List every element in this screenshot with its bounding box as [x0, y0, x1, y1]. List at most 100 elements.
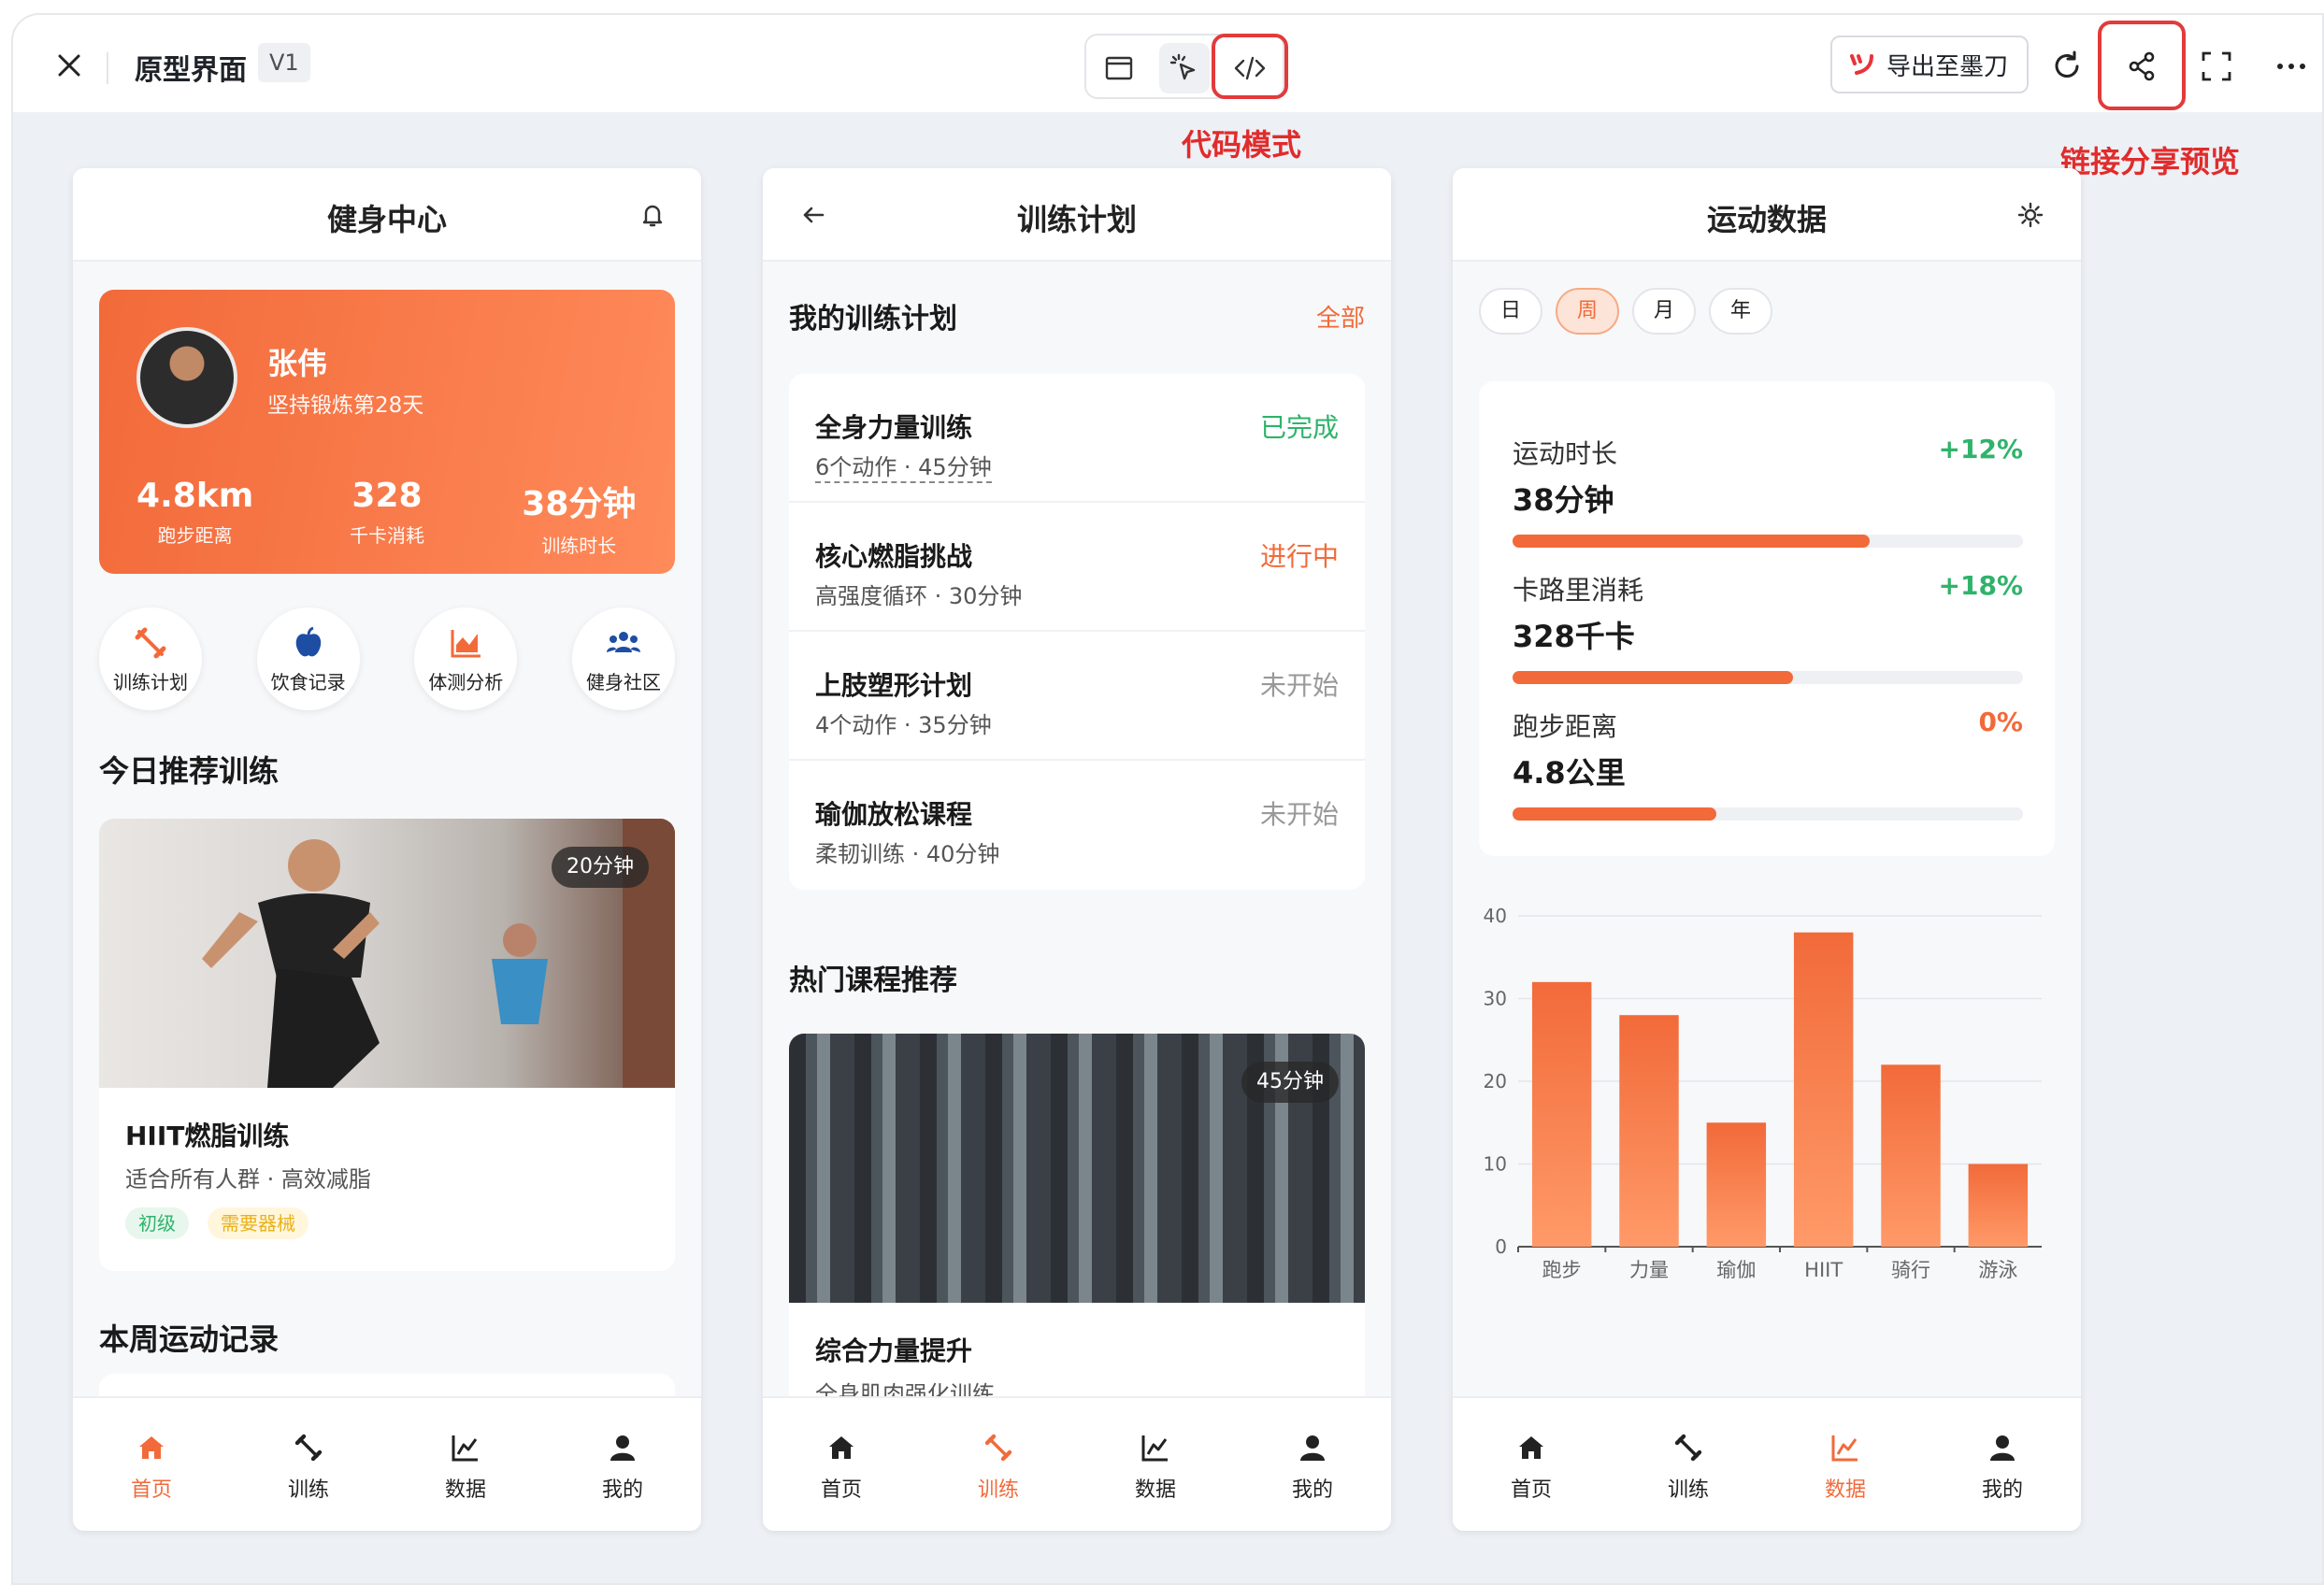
- tab-data[interactable]: 数据: [1767, 1398, 1924, 1531]
- bottom-tab-bar: 首页 训练 数据 我的: [73, 1396, 701, 1531]
- plan-item[interactable]: 上肢塑形计划 4个动作 · 35分钟 未开始: [789, 632, 1365, 761]
- tab-training[interactable]: 训练: [1610, 1398, 1767, 1531]
- user-icon: [610, 1435, 635, 1461]
- bar[interactable]: [1793, 932, 1854, 1247]
- x-tick-label: 游泳: [1978, 1259, 2017, 1281]
- share-icon[interactable]: [2122, 47, 2161, 86]
- tab-data[interactable]: 数据: [387, 1398, 544, 1531]
- tab-profile[interactable]: 我的: [1234, 1398, 1391, 1531]
- metric-change: +12%: [1938, 434, 2023, 464]
- period-month[interactable]: 月: [1632, 288, 1696, 335]
- pointer-click-icon: [1169, 53, 1196, 80]
- y-tick-label: 30: [1484, 988, 1507, 1010]
- profile-card[interactable]: 张伟 坚持锻炼第28天 4.8km 跑步距离 328 千卡消耗 38分钟 训练时长: [99, 290, 675, 574]
- line-chart-icon: [1831, 1435, 1858, 1462]
- quick-label: 训练计划: [113, 671, 188, 693]
- recommend-card[interactable]: 20分钟 HIIT燃脂训练 适合所有人群 · 高效减脂 初级 需要器械: [99, 819, 675, 1271]
- quick-diet-log[interactable]: 饮食记录: [256, 607, 360, 710]
- bell-icon[interactable]: [638, 200, 667, 230]
- phone-screen-training: 训练计划 我的训练计划 全部 全身力量训练 6个动作 · 45分钟 已完成 核心…: [763, 168, 1391, 1531]
- home-icon: [139, 1436, 164, 1459]
- inspect-mode-button[interactable]: [1159, 43, 1210, 93]
- plan-name: 核心燃脂挑战: [815, 541, 973, 572]
- progress-track: [1513, 807, 2023, 821]
- metric-change: 0%: [1978, 707, 2023, 737]
- quick-body-analysis[interactable]: 体测分析: [414, 607, 518, 710]
- screen-title: 健身中心: [326, 202, 447, 237]
- progress-fill: [1513, 807, 1717, 821]
- quick-actions: 训练计划 饮食记录 体测分析 健身社区: [99, 607, 675, 710]
- plan-status: 未开始: [1259, 670, 1339, 701]
- fullscreen-icon[interactable]: [2197, 47, 2236, 86]
- course-card[interactable]: 45分钟 综合力量提升 全身肌肉强化训练: [789, 1034, 1365, 1426]
- gear-icon[interactable]: [2016, 200, 2045, 230]
- progress-fill: [1513, 535, 1871, 548]
- screen-title: 训练计划: [1016, 202, 1137, 237]
- plan-status: 进行中: [1259, 541, 1339, 572]
- section-title-plans: 我的训练计划: [789, 303, 957, 336]
- period-day[interactable]: 日: [1479, 288, 1542, 335]
- version-badge[interactable]: V1: [258, 43, 310, 82]
- x-tick-label: 骑行: [1891, 1259, 1930, 1281]
- quick-label: 饮食记录: [270, 671, 346, 693]
- duration-badge: 20分钟: [552, 847, 649, 888]
- home-icon: [829, 1436, 854, 1459]
- progress-track: [1513, 535, 2023, 548]
- x-tick-label: HIIT: [1804, 1259, 1843, 1281]
- phone-screen-stats: 运动数据 日 周 月 年 运动时长 +12% 38分钟 卡路里消耗 +18% 3…: [1453, 168, 2081, 1531]
- tab-training[interactable]: 训练: [920, 1398, 1077, 1531]
- tab-data[interactable]: 数据: [1077, 1398, 1234, 1531]
- close-icon[interactable]: [50, 47, 88, 84]
- stat-label: 跑步距离: [157, 524, 233, 547]
- tab-home[interactable]: 首页: [73, 1398, 230, 1531]
- x-tick-label: 跑步: [1542, 1259, 1582, 1281]
- top-toolbar: 原型界面 V1 导出至墨刀: [13, 15, 2322, 112]
- export-button[interactable]: 导出至墨刀: [1830, 36, 2029, 93]
- users-icon: [606, 632, 640, 652]
- chart-area-icon: [451, 630, 481, 658]
- y-tick-label: 10: [1484, 1153, 1507, 1176]
- code-mode-highlight: [1212, 34, 1288, 99]
- preview-mode-button[interactable]: [1094, 43, 1144, 93]
- workout-name: HIIT燃脂训练: [125, 1121, 290, 1151]
- plan-item[interactable]: 全身力量训练 6个动作 · 45分钟 已完成: [789, 374, 1365, 503]
- tab-profile[interactable]: 我的: [544, 1398, 701, 1531]
- refresh-icon[interactable]: [2047, 47, 2087, 86]
- tab-label: 首页: [820, 1478, 862, 1502]
- more-icon[interactable]: [2272, 47, 2311, 86]
- bar[interactable]: [1619, 1015, 1679, 1247]
- plan-detail: 高强度循环 · 30分钟: [815, 583, 1023, 609]
- plan-name: 全身力量训练: [815, 412, 973, 443]
- apple-icon: [295, 626, 321, 657]
- plan-detail: 4个动作 · 35分钟: [815, 712, 992, 738]
- x-tick-label: 力量: [1629, 1259, 1669, 1281]
- bar[interactable]: [1881, 1064, 1941, 1247]
- tab-profile[interactable]: 我的: [1924, 1398, 2081, 1531]
- section-title-hot: 热门课程推荐: [789, 964, 957, 997]
- period-year[interactable]: 年: [1709, 288, 1772, 335]
- stat-value: 4.8km: [136, 477, 254, 515]
- tab-home[interactable]: 首页: [1453, 1398, 1610, 1531]
- tab-label: 我的: [1291, 1478, 1333, 1502]
- plan-item[interactable]: 核心燃脂挑战 高强度循环 · 30分钟 进行中: [789, 503, 1365, 632]
- bar[interactable]: [1968, 1164, 2029, 1248]
- dumbbell-icon: [1674, 1434, 1702, 1462]
- quick-community[interactable]: 健身社区: [571, 607, 675, 710]
- period-week[interactable]: 周: [1556, 288, 1619, 335]
- quick-training-plan[interactable]: 训练计划: [99, 607, 202, 710]
- metric-label: 运动时长: [1513, 438, 1618, 469]
- plan-item[interactable]: 瑜伽放松课程 柔韧训练 · 40分钟 未开始: [789, 761, 1365, 890]
- tab-training[interactable]: 训练: [230, 1398, 387, 1531]
- user-icon: [1990, 1435, 2015, 1461]
- bar[interactable]: [1531, 981, 1592, 1247]
- tab-label: 训练: [977, 1478, 1019, 1502]
- tab-label: 首页: [1510, 1478, 1552, 1502]
- tab-home[interactable]: 首页: [763, 1398, 920, 1531]
- see-all-link[interactable]: 全部: [1316, 299, 1365, 334]
- metric-value: 328千卡: [1513, 619, 1635, 654]
- avatar: [136, 327, 237, 428]
- bar[interactable]: [1706, 1122, 1767, 1247]
- bottom-tab-bar: 首页 训练 数据 我的: [763, 1396, 1391, 1531]
- tab-label: 数据: [1134, 1478, 1176, 1502]
- line-chart-icon: [1141, 1435, 1168, 1462]
